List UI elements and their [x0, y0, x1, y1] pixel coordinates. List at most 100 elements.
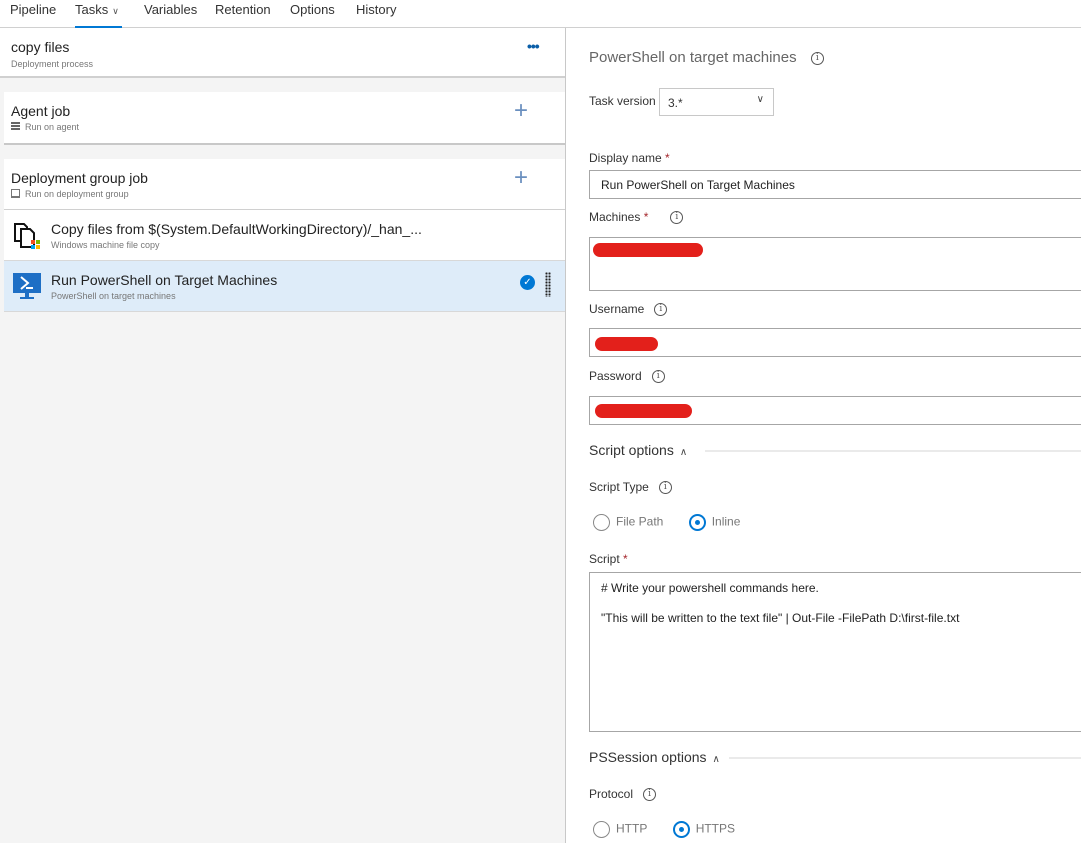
redacted-value: [595, 404, 692, 418]
job-subtitle-text: Run on deployment group: [25, 189, 129, 199]
tab-variables[interactable]: Variables: [144, 2, 197, 28]
tab-history[interactable]: History: [356, 2, 396, 28]
job-title: Deployment group job: [11, 170, 148, 186]
script-type-label: Script Type i: [589, 480, 672, 495]
chevron-down-icon: ∨: [756, 94, 764, 105]
chevron-up-icon: ∧: [712, 754, 720, 765]
ellipsis-icon[interactable]: •••: [527, 38, 540, 54]
label-text: Machines: [589, 210, 641, 224]
task-version-value: 3.*: [668, 96, 683, 110]
display-name-label: Display name *: [589, 151, 670, 165]
radio-label: File Path: [616, 514, 664, 529]
section-divider: [729, 757, 1081, 759]
tab-tasks[interactable]: Tasks ∨: [75, 2, 122, 28]
task-item[interactable]: Copy files from $(System.DefaultWorkingD…: [4, 210, 565, 261]
script-type-radio-group: File Path Inline: [593, 514, 762, 531]
task-subtitle: PowerShell on target machines: [51, 291, 176, 301]
info-icon[interactable]: i: [643, 788, 657, 802]
script-options-header[interactable]: Script options ∧: [589, 442, 687, 458]
script-label: Script *: [589, 552, 628, 566]
process-header[interactable]: copy files Deployment process •••: [0, 28, 565, 78]
file-copy-icon: [14, 223, 40, 249]
radio-label: Inline: [711, 514, 741, 529]
task-title: Copy files from $(System.DefaultWorkingD…: [51, 221, 422, 237]
script-textarea[interactable]: # Write your powershell commands here. "…: [589, 572, 1081, 732]
radio-http[interactable]: HTTP: [593, 821, 647, 838]
task-item-selected[interactable]: Run PowerShell on Target Machines PowerS…: [4, 261, 565, 312]
radio-file-path[interactable]: File Path: [593, 514, 663, 531]
info-icon[interactable]: i: [670, 211, 684, 225]
agent-server-icon: [11, 122, 20, 131]
label-text: Display name: [589, 151, 662, 165]
chevron-up-icon: ∧: [679, 447, 688, 458]
section-title: PSSession options: [589, 749, 707, 765]
job-subtitle-text: Run on agent: [25, 122, 80, 132]
section-divider: [705, 450, 1081, 452]
required-marker: *: [623, 552, 628, 566]
radio-label: HTTP: [616, 821, 648, 836]
required-marker: *: [643, 210, 649, 224]
radio-button[interactable]: [593, 821, 610, 838]
radio-https[interactable]: HTTPS: [672, 821, 736, 838]
display-name-value: Run PowerShell on Target Machines: [601, 178, 795, 192]
deployment-group-icon: [11, 189, 20, 198]
process-title: copy files: [11, 39, 70, 55]
label-text: Protocol: [589, 787, 634, 801]
job-title: Agent job: [11, 103, 71, 119]
agent-job[interactable]: Agent job Run on agent +: [4, 92, 565, 145]
label-text: Script Type: [589, 480, 649, 494]
tab-label: Options: [290, 2, 335, 17]
script-line: "This will be written to the text file" …: [601, 611, 960, 625]
tab-retention[interactable]: Retention: [215, 2, 271, 28]
tab-label: Retention: [215, 2, 271, 17]
info-icon[interactable]: i: [651, 370, 665, 384]
tab-label: Pipeline: [10, 2, 57, 17]
task-version-select[interactable]: 3.* ∨: [659, 88, 774, 116]
tab-options[interactable]: Options: [290, 2, 335, 28]
tab-label: Tasks: [75, 2, 109, 17]
machines-input[interactable]: [589, 237, 1081, 291]
display-name-input[interactable]: Run PowerShell on Target Machines: [589, 170, 1081, 199]
info-icon[interactable]: i: [654, 303, 668, 317]
label-text: Username: [589, 302, 645, 316]
job-subtitle: Run on agent: [11, 122, 79, 132]
password-label: Password i: [589, 369, 665, 384]
checkmark-circle-icon: ✓: [520, 275, 535, 290]
required-marker: *: [665, 151, 670, 165]
username-input[interactable]: [589, 328, 1081, 357]
plus-icon[interactable]: +: [514, 97, 528, 125]
process-subtitle: Deployment process: [11, 59, 94, 69]
plus-icon[interactable]: +: [514, 164, 528, 192]
task-settings-panel: PowerShell on target machines i Task ver…: [567, 28, 1081, 843]
tab-label: Variables: [144, 2, 198, 17]
redacted-value: [593, 243, 703, 257]
label-text: Password: [589, 369, 642, 383]
machines-label: Machines * i: [589, 210, 684, 225]
task-subtitle: Windows machine file copy: [51, 240, 160, 250]
radio-inline[interactable]: Inline: [688, 514, 741, 531]
chevron-down-icon: ∨: [112, 6, 119, 16]
radio-button[interactable]: [593, 514, 610, 531]
section-title: Script options: [589, 442, 674, 458]
info-icon[interactable]: i: [658, 481, 672, 495]
panel-title-text: PowerShell on target machines: [589, 49, 797, 66]
radio-label: HTTPS: [695, 821, 736, 836]
top-navigation: Pipeline Tasks ∨ Variables Retention Opti…: [0, 0, 1081, 28]
tab-pipeline[interactable]: Pipeline: [10, 2, 56, 28]
password-input[interactable]: [589, 396, 1081, 425]
label-text: Script: [589, 552, 620, 566]
process-pane: copy files Deployment process ••• Agent …: [0, 28, 566, 843]
deployment-group-job[interactable]: Deployment group job Run on deployment g…: [4, 159, 565, 210]
protocol-label: Protocol i: [589, 787, 657, 802]
drag-handle-icon[interactable]: [545, 272, 551, 297]
radio-button-selected[interactable]: [672, 821, 690, 838]
protocol-radio-group: HTTP HTTPS: [593, 821, 757, 838]
panel-title: PowerShell on target machines i: [589, 49, 824, 66]
tab-label: History: [356, 2, 397, 17]
script-line: # Write your powershell commands here.: [601, 581, 819, 595]
task-title: Run PowerShell on Target Machines: [51, 272, 278, 288]
pssession-options-header[interactable]: PSSession options ∧: [589, 749, 720, 765]
powershell-icon: [13, 273, 41, 299]
radio-button-selected[interactable]: [688, 514, 706, 531]
info-icon[interactable]: i: [810, 51, 824, 65]
